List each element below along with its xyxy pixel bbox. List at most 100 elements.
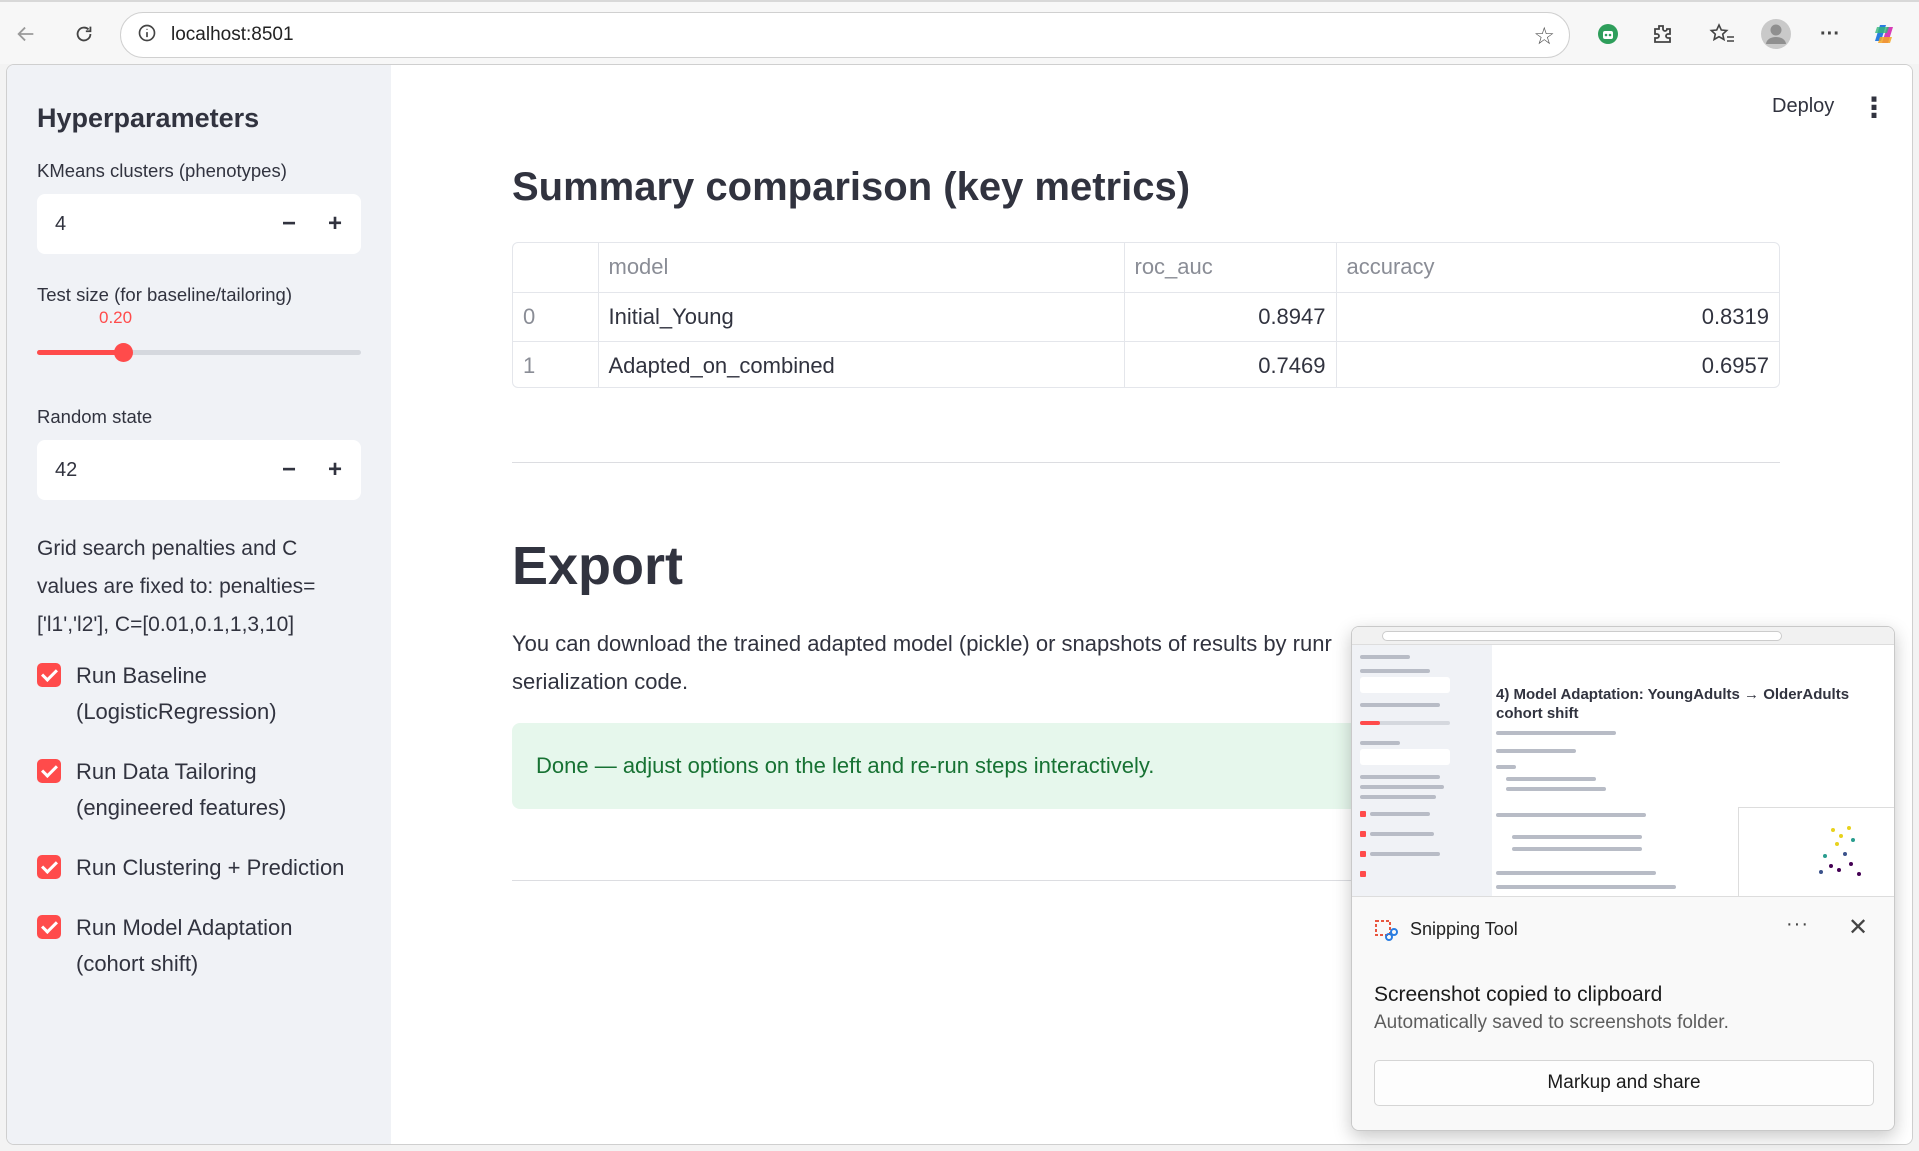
back-icon[interactable] xyxy=(8,16,44,52)
export-heading: Export xyxy=(512,536,684,596)
checkbox-label[interactable]: Run Clustering + Prediction xyxy=(76,850,344,886)
more-options-icon[interactable]: ··· xyxy=(1786,913,1809,936)
column-header[interactable]: accuracy xyxy=(1336,243,1779,293)
notification-message: Screenshot copied to clipboard xyxy=(1374,983,1663,1006)
deploy-button[interactable]: Deploy xyxy=(1772,95,1834,118)
thumbnail-dot xyxy=(1839,834,1843,838)
kmeans-label: KMeans clusters (phenotypes) xyxy=(37,160,287,181)
thumbnail-dot xyxy=(1829,864,1833,868)
model-cell[interactable]: Initial_Young xyxy=(598,292,1125,342)
thumbnail-checkbox xyxy=(1360,851,1366,857)
random-state-label: Random state xyxy=(37,406,153,427)
sidebar-title: Hyperparameters xyxy=(37,103,260,133)
extension-robot-icon[interactable] xyxy=(1590,16,1626,52)
accuracy-cell[interactable]: 0.8319 xyxy=(1336,292,1779,342)
url-text: localhost:8501 xyxy=(171,24,294,45)
thumbnail-checkbox xyxy=(1360,811,1366,817)
thumbnail-line xyxy=(1370,852,1440,856)
notification-body: Snipping Tool ··· ✕ Screenshot copied to… xyxy=(1352,897,1894,1130)
address-bar[interactable]: localhost:8501 ☆ xyxy=(120,12,1570,58)
browser-toolbar: localhost:8501 ☆ ··· xyxy=(0,0,1919,64)
favorites-icon[interactable] xyxy=(1704,16,1740,52)
thumbnail-line xyxy=(1512,847,1642,851)
thumbnail-line xyxy=(1360,741,1400,745)
thumbnail-dot xyxy=(1849,862,1853,866)
random-state-value[interactable]: 42 xyxy=(55,459,77,482)
checkbox-checked-icon[interactable] xyxy=(37,663,61,687)
thumbnail-line xyxy=(1360,669,1430,673)
table-row: 0 Initial_Young 0.8947 0.8319 xyxy=(513,292,1779,342)
reload-icon[interactable] xyxy=(66,16,102,52)
random-state-number-input[interactable]: 42 − + xyxy=(37,440,361,500)
site-info-icon[interactable] xyxy=(137,23,157,48)
row-index: 1 xyxy=(513,341,599,387)
favorite-star-icon[interactable]: ☆ xyxy=(1533,22,1555,51)
browser-menu-icon[interactable]: ··· xyxy=(1812,16,1848,52)
metrics-table[interactable]: model roc_auc accuracy 0 Initial_Young 0… xyxy=(512,242,1780,388)
test-size-value: 0.20 xyxy=(99,308,133,327)
thumbnail-browser-bar xyxy=(1352,627,1894,645)
sidebar: Hyperparameters KMeans clusters (phenoty… xyxy=(7,65,391,1144)
checkbox-run-data-tailoring[interactable]: Run Data Tailoring (engineered features) xyxy=(37,754,361,826)
checkbox-checked-icon[interactable] xyxy=(37,759,61,783)
extensions-puzzle-icon[interactable] xyxy=(1644,16,1680,52)
thumbnail-line xyxy=(1496,765,1516,769)
kmeans-value[interactable]: 4 xyxy=(55,213,66,236)
kmeans-increment-button[interactable]: + xyxy=(319,208,351,240)
kmeans-decrement-button[interactable]: − xyxy=(273,208,305,240)
thumbnail-line xyxy=(1496,813,1646,817)
main-menu-icon[interactable]: ⋮ xyxy=(1860,91,1888,124)
checkbox-run-baseline[interactable]: Run Baseline (LogisticRegression) xyxy=(37,658,361,730)
random-state-increment-button[interactable]: + xyxy=(319,454,351,486)
markup-and-share-button[interactable]: Markup and share xyxy=(1374,1060,1874,1106)
thumbnail-dot xyxy=(1847,826,1851,830)
model-cell[interactable]: Adapted_on_combined xyxy=(598,341,1125,387)
grid-search-note: Grid search penalties and C values are f… xyxy=(37,537,316,636)
random-state-decrement-button[interactable]: − xyxy=(273,454,305,486)
thumbnail-checkbox xyxy=(1360,831,1366,837)
profile-avatar-icon[interactable] xyxy=(1758,16,1794,52)
accuracy-cell[interactable]: 0.6957 xyxy=(1336,341,1779,387)
thumbnail-scatter-plot xyxy=(1738,807,1894,896)
checkbox-checked-icon[interactable] xyxy=(37,915,61,939)
column-header[interactable] xyxy=(513,243,599,293)
thumbnail-dot xyxy=(1857,872,1861,876)
slider-thumb[interactable] xyxy=(114,343,133,362)
checkbox-checked-icon[interactable] xyxy=(37,855,61,879)
thumbnail-sidebar xyxy=(1352,645,1492,896)
thumbnail-dot xyxy=(1831,828,1835,832)
thumbnail-line xyxy=(1360,703,1440,707)
row-index: 0 xyxy=(513,292,599,342)
roc-auc-cell[interactable]: 0.7469 xyxy=(1124,341,1337,387)
close-icon[interactable]: ✕ xyxy=(1848,913,1868,942)
checkbox-run-clustering[interactable]: Run Clustering + Prediction xyxy=(37,850,361,886)
test-size-slider[interactable]: 0.20 xyxy=(37,306,361,406)
kmeans-number-input[interactable]: 4 − + xyxy=(37,194,361,254)
thumbnail-line xyxy=(1370,832,1434,836)
column-header[interactable]: roc_auc xyxy=(1124,243,1337,293)
thumbnail-checkbox xyxy=(1360,871,1366,877)
checkbox-label[interactable]: Run Model Adaptation (cohort shift) xyxy=(76,910,361,982)
checkbox-label[interactable]: Run Baseline (LogisticRegression) xyxy=(76,658,361,730)
table-row: 1 Adapted_on_combined 0.7469 0.6957 xyxy=(513,341,1779,387)
roc-auc-cell[interactable]: 0.8947 xyxy=(1124,292,1337,342)
checkbox-run-model-adaptation[interactable]: Run Model Adaptation (cohort shift) xyxy=(37,910,361,982)
success-message: Done — adjust options on the left and re… xyxy=(536,753,1155,778)
thumbnail-dot xyxy=(1823,854,1827,858)
slider-track[interactable] xyxy=(37,343,361,362)
thumbnail-url-bar xyxy=(1382,631,1782,641)
copilot-icon[interactable] xyxy=(1866,16,1902,52)
notification-app-name: Snipping Tool xyxy=(1410,919,1518,939)
thumbnail-dot xyxy=(1835,842,1839,846)
checkbox-label[interactable]: Run Data Tailoring (engineered features) xyxy=(76,754,361,826)
column-header[interactable]: model xyxy=(598,243,1125,293)
export-description: You can download the trained adapted mod… xyxy=(512,631,1332,694)
thumbnail-line xyxy=(1496,731,1616,735)
screenshot-thumbnail[interactable]: 4) Model Adaptation: YoungAdults → Older… xyxy=(1352,627,1894,897)
test-size-label: Test size (for baseline/tailoring) xyxy=(37,284,292,305)
thumbnail-dot xyxy=(1819,870,1823,874)
notification-submessage: Automatically saved to screenshots folde… xyxy=(1374,1012,1729,1033)
thumbnail-title: 4) Model Adaptation: YoungAdults → Older… xyxy=(1496,686,1850,722)
snipping-tool-notification[interactable]: 4) Model Adaptation: YoungAdults → Older… xyxy=(1351,626,1895,1131)
thumbnail-line xyxy=(1360,655,1410,659)
